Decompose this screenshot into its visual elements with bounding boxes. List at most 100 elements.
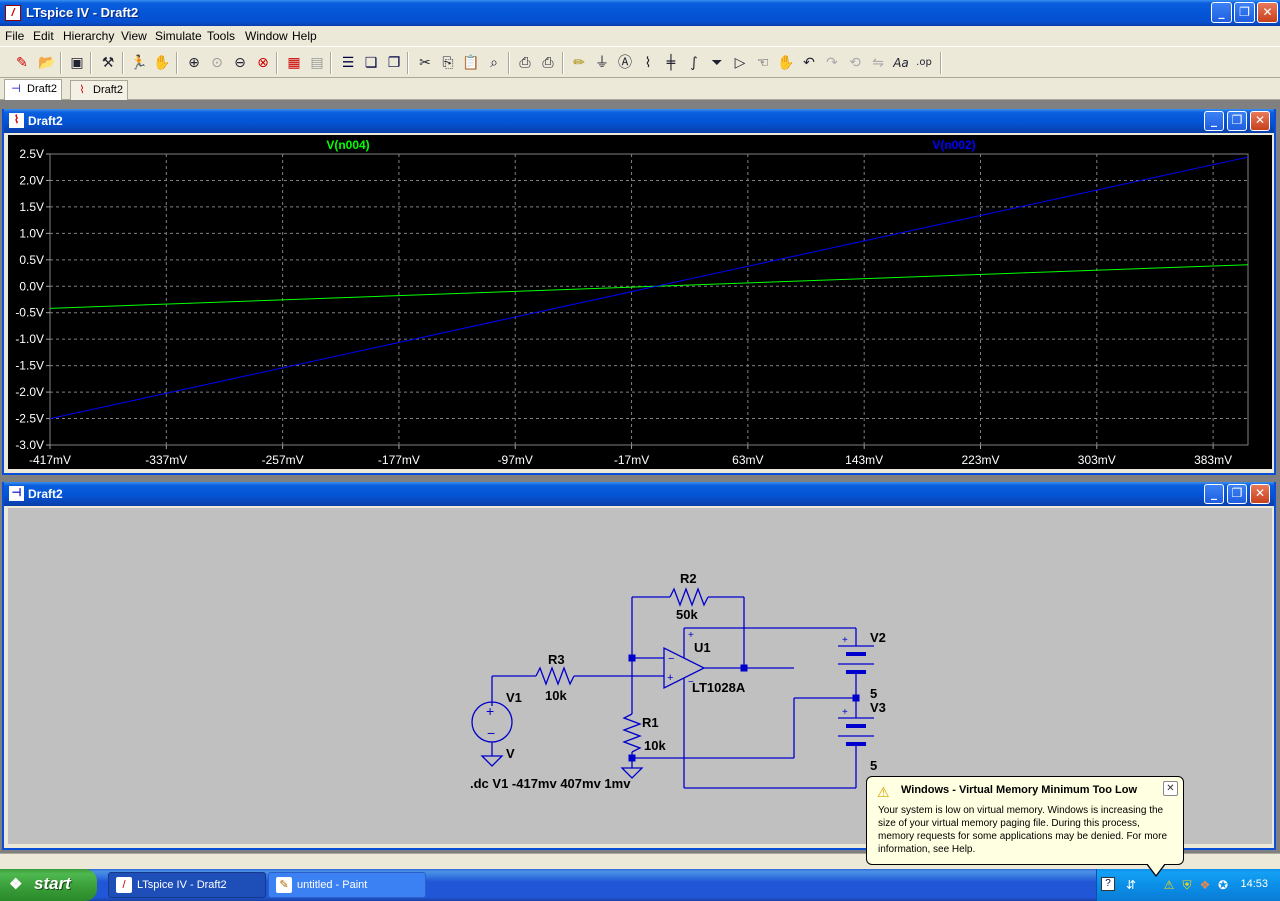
balloon-close-button[interactable]: ✕ <box>1163 781 1178 796</box>
windows-update-icon[interactable]: ❖ <box>1197 877 1213 893</box>
find-icon[interactable]: ⌕ <box>484 53 504 73</box>
schematic-minimize-button[interactable]: _ <box>1204 484 1224 504</box>
label-net-icon[interactable]: Ⓐ <box>615 53 635 73</box>
maximize-button[interactable]: ❐ <box>1234 2 1255 23</box>
task-ltspice[interactable]: / LTspice IV - Draft2 <box>108 872 266 898</box>
halt-icon[interactable]: ✋ <box>152 53 172 73</box>
menu-simulate[interactable]: Simulate <box>155 29 202 43</box>
zoom-cancel-icon[interactable]: ⊗ <box>253 53 273 73</box>
waveform-close-button[interactable]: ✕ <box>1250 111 1270 131</box>
zoom-pan-icon[interactable]: ⊙ <box>207 53 227 73</box>
y-tick-label: -3.0V <box>15 438 44 452</box>
mirror-icon[interactable]: ⇋ <box>868 53 888 73</box>
y-tick-label: 1.0V <box>19 226 44 240</box>
menu-hierarchy[interactable]: Hierarchy <box>63 29 114 43</box>
inductor-icon[interactable]: ∫ <box>684 53 704 73</box>
schematic-maximize-button[interactable]: ❐ <box>1227 484 1247 504</box>
r2-resistor[interactable] <box>669 587 709 607</box>
print-icon[interactable]: ⎙ <box>538 53 558 73</box>
waveform-plot[interactable]: 2.5V 2.0V 1.5V 1.0V 0.5V 0.0V -0.5V -1.0V -1.5V -… <box>8 135 1272 469</box>
menu-file[interactable]: File <box>5 29 24 43</box>
ltspice-app-icon[interactable]: / <box>5 5 21 21</box>
waveform-maximize-button[interactable]: ❐ <box>1227 111 1247 131</box>
network-icon[interactable]: ⇵ <box>1123 877 1139 893</box>
tab-schematic-draft2[interactable]: ⊣ Draft2 <box>4 79 62 100</box>
save-icon[interactable]: ▣ <box>67 53 87 73</box>
spice-directive-icon[interactable]: .op <box>914 53 934 73</box>
x-tick-label: 223mV <box>961 453 999 467</box>
draw-wire-icon[interactable]: ✏ <box>569 53 589 73</box>
waveform-minimize-button[interactable]: _ <box>1204 111 1224 131</box>
start-button[interactable]: ❖ start <box>0 869 97 901</box>
windows-flag-icon: ❖ <box>9 876 23 893</box>
junction-dot <box>852 694 860 702</box>
main-title-bar[interactable]: / LTspice IV - Draft2 _ ❐ ✕ <box>0 0 1280 26</box>
paste-icon[interactable]: 📋 <box>461 53 481 73</box>
minimize-button[interactable]: _ <box>1211 2 1232 23</box>
taskbar: ❖ start / LTspice IV - Draft2 ✎ untitled… <box>0 869 1280 901</box>
print-setup-icon[interactable]: ⎙ <box>515 53 535 73</box>
r3-resistor[interactable] <box>535 666 575 686</box>
resistor-icon[interactable]: ⌇ <box>638 53 658 73</box>
y-tick-label: 1.5V <box>19 200 44 214</box>
zoom-in-icon[interactable]: ⊕ <box>184 53 204 73</box>
r3-value: 10k <box>545 688 567 703</box>
u1-name: U1 <box>694 640 711 655</box>
close-button[interactable]: ✕ <box>1257 2 1278 23</box>
run-icon[interactable]: 🏃 <box>129 53 149 73</box>
y-tick-label: -1.5V <box>15 359 44 373</box>
menu-window[interactable]: Window <box>245 29 288 43</box>
tab-waveform-draft2[interactable]: ⌇ Draft2 <box>70 80 128 100</box>
zoom-out-icon[interactable]: ⊖ <box>230 53 250 73</box>
security-shield-icon[interactable]: ⛨ <box>1179 877 1195 893</box>
help-icon[interactable]: ? <box>1101 877 1115 891</box>
tray-app-icon[interactable]: ✪ <box>1215 877 1231 893</box>
rotate-icon[interactable]: ⟲ <box>845 53 865 73</box>
cut-icon[interactable]: ✂ <box>415 53 435 73</box>
control-panel-icon[interactable]: ⚒ <box>98 53 118 73</box>
tile-horizontal-icon[interactable]: ☰ <box>338 53 358 73</box>
copy-icon[interactable]: ⎘ <box>438 53 458 73</box>
x-tick-label: 303mV <box>1078 453 1116 467</box>
text-icon[interactable]: Aa <box>891 53 911 73</box>
undo-icon[interactable]: ↶ <box>799 53 819 73</box>
r2-value: 50k <box>676 607 698 622</box>
task-label: untitled - Paint <box>297 879 368 891</box>
schematic-window-title-bar[interactable]: ⊣ Draft2 _ ❐ ✕ <box>4 482 1274 506</box>
new-schematic-icon[interactable]: ✎ <box>12 53 32 73</box>
svg-text:+: + <box>842 635 848 646</box>
junction-dot <box>628 654 636 662</box>
component-icon[interactable]: ▷ <box>730 53 750 73</box>
x-tick-label: -17mV <box>614 453 649 467</box>
diode-icon[interactable]: ⏷ <box>707 53 727 73</box>
r1-resistor[interactable] <box>622 713 642 753</box>
virtual-memory-balloon[interactable]: ⚠ Windows - Virtual Memory Minimum Too L… <box>866 776 1184 877</box>
menu-tools[interactable]: Tools <box>207 29 235 43</box>
waveform-plot-svg[interactable]: 2.5V 2.0V 1.5V 1.0V 0.5V 0.0V -0.5V -1.0V -1.5V -… <box>8 135 1272 469</box>
cascade-icon[interactable]: ❏ <box>361 53 381 73</box>
clock[interactable]: 14:53 <box>1240 878 1268 890</box>
menu-view[interactable]: View <box>121 29 147 43</box>
redo-icon[interactable]: ↷ <box>822 53 842 73</box>
warning-icon[interactable]: ⚠ <box>1161 877 1177 893</box>
system-tray: ? ⇵ ⚠ ⛨ ❖ ✪ 14:53 <box>1096 869 1280 901</box>
r1-name: R1 <box>642 715 659 730</box>
menu-help[interactable]: Help <box>292 29 317 43</box>
menu-edit[interactable]: Edit <box>33 29 54 43</box>
zoom-full-icon[interactable]: ▤ <box>307 53 327 73</box>
waveform-window-title-bar[interactable]: ⌇ Draft2 _ ❐ ✕ <box>4 109 1274 133</box>
junction-dot <box>628 754 636 762</box>
autorange-icon[interactable]: ▦ <box>284 53 304 73</box>
schematic-close-button[interactable]: ✕ <box>1250 484 1270 504</box>
open-icon[interactable]: 📂 <box>37 53 57 73</box>
task-paint[interactable]: ✎ untitled - Paint <box>268 872 426 898</box>
ground-icon[interactable]: ⏚ <box>592 53 612 73</box>
waveform-window: ⌇ Draft2 _ ❐ ✕ 2.5V 2.0V 1.5V 1.0V 0.5V 0.0V -… <box>2 109 1276 475</box>
capacitor-icon[interactable]: ╪ <box>661 53 681 73</box>
dc-directive[interactable]: .dc V1 -417mv 407mv 1mv <box>470 776 631 791</box>
tile-vertical-icon[interactable]: ❐ <box>384 53 404 73</box>
ground-symbol[interactable] <box>480 755 504 767</box>
move-icon[interactable]: ☜ <box>753 53 773 73</box>
drag-icon[interactable]: ✋ <box>776 53 796 73</box>
y-tick-label: 0.0V <box>19 279 44 293</box>
